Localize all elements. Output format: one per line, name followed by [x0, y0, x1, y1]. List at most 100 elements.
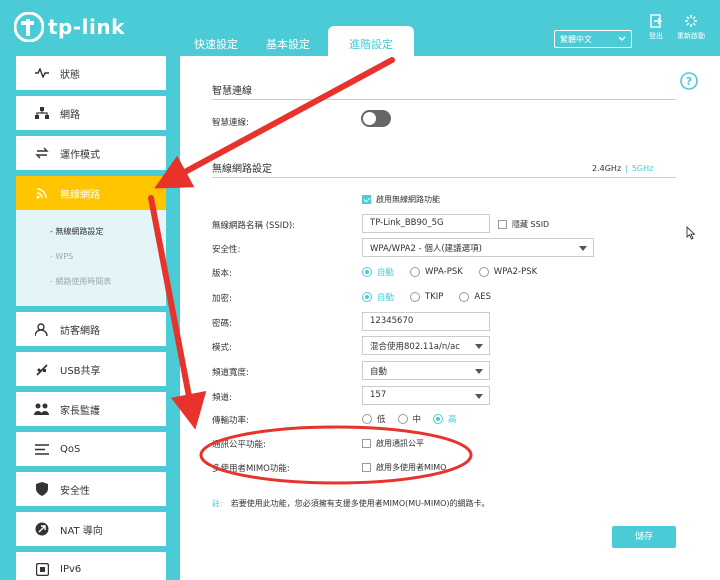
sidebar-item-label: NAT 導向 — [60, 525, 103, 537]
band-selector: 2.4GHz | 5GHz — [592, 164, 653, 173]
band-24ghz[interactable]: 2.4GHz — [592, 164, 621, 173]
sidebar-item-guest[interactable]: 訪客網路 — [16, 312, 166, 346]
mode-select[interactable]: 混合使用802.11a/n/ac — [362, 336, 490, 355]
mode-icon — [34, 146, 50, 160]
sidebar-item-label: 狀態 — [60, 69, 80, 81]
version-radio-group: 自動 WPA-PSK WPA2-PSK — [362, 266, 553, 278]
tx-power-radio-group: 低 中 高 — [362, 413, 473, 425]
ssid-input[interactable]: TP-Link_BB90_5G — [362, 214, 490, 233]
reboot-icon — [685, 15, 697, 27]
network-icon — [34, 106, 50, 120]
sidebar-item-label: 訪客網路 — [60, 325, 100, 337]
channel-width-label: 頻道寬度: — [212, 368, 249, 378]
radio-label: 低 — [377, 415, 386, 425]
sidebar-item-network[interactable]: 網路 — [16, 96, 166, 130]
radio-label: 自動 — [377, 293, 395, 303]
version-wpa-psk-radio[interactable]: WPA-PSK — [410, 267, 463, 277]
mu-mimo-check-label: 啟用多使用者MIMO — [376, 463, 447, 472]
sidebar-item-nat[interactable]: NAT 導向 — [16, 512, 166, 546]
tab-basic[interactable]: 基本設定 — [252, 26, 324, 56]
smart-connect-title: 智慧連線 — [212, 86, 252, 97]
radio-label: 中 — [412, 415, 422, 425]
submenu-schedule[interactable]: - 網路使用時間表 — [16, 270, 166, 296]
submenu-wps[interactable]: - WPS — [16, 246, 166, 270]
tp-link-logo[interactable]: tp-link — [14, 12, 125, 42]
sidebar-item-status[interactable]: 狀態 — [16, 56, 166, 90]
help-icon[interactable]: ? — [680, 72, 698, 90]
radio-label: TKIP — [425, 292, 444, 302]
sidebar-item-label: QoS — [60, 443, 81, 455]
pulse-icon — [34, 66, 50, 80]
airtime-fairness-checkbox[interactable]: 啟用通訊公平 — [362, 438, 424, 449]
language-select[interactable]: 繁體中文 — [554, 30, 632, 48]
security-label: 安全性: — [212, 245, 241, 255]
hide-ssid-checkbox[interactable]: 隱藏 SSID — [498, 219, 549, 230]
main-panel: ? 智慧連線 智慧連線: 無線網路設定 2.4GHz | 5GHz 啟用無線網路功能… — [180, 56, 720, 580]
sidebar-item-security[interactable]: 安全性 — [16, 472, 166, 506]
divider — [212, 99, 676, 100]
password-input[interactable]: 12345670 — [362, 312, 490, 331]
mouse-cursor-icon — [686, 226, 696, 240]
encryption-aes-radio[interactable]: AES — [459, 292, 491, 302]
radio-label: AES — [474, 292, 492, 302]
tab-quick-setup[interactable]: 快速設定 — [180, 26, 252, 56]
mu-mimo-checkbox[interactable]: 啟用多使用者MIMO — [362, 462, 446, 473]
encryption-auto-radio[interactable]: 自動 — [362, 291, 394, 303]
smart-connect-toggle[interactable] — [361, 110, 391, 127]
power-mid-radio[interactable]: 中 — [397, 413, 422, 425]
sidebar-item-usb[interactable]: USB共享 — [16, 352, 166, 386]
sidebar-item-label: 家長監護 — [60, 405, 100, 417]
channel-select[interactable]: 157 — [362, 386, 490, 405]
svg-text:?: ? — [686, 75, 692, 88]
wireless-submenu: - 無線網路設定 - WPS - 網路使用時間表 — [16, 210, 166, 306]
save-button[interactable]: 儲存 — [612, 526, 676, 548]
sidebar-item-wireless[interactable]: 無線網路 — [16, 176, 166, 210]
logout-button[interactable]: 登出 — [641, 14, 671, 41]
mode-label: 模式: — [212, 343, 232, 353]
security-select[interactable]: WPA/WPA2 - 個人(建議選項) — [362, 238, 594, 257]
chevron-down-icon — [618, 36, 626, 41]
sidebar-item-parental[interactable]: 家長監護 — [16, 392, 166, 426]
band-5ghz[interactable]: 5GHz — [632, 164, 654, 173]
usb-icon — [34, 362, 50, 376]
language-value: 繁體中文 — [560, 34, 592, 44]
reboot-label: 重新啟動 — [677, 32, 705, 40]
note-prefix: 註: — [212, 499, 223, 508]
enable-wireless-checkbox[interactable]: 啟用無線網路功能 — [362, 194, 440, 205]
radio-dot — [362, 414, 372, 424]
encryption-radio-group: 自動 TKIP AES — [362, 291, 507, 303]
ipv6-icon — [34, 562, 50, 576]
checkbox-unchecked — [362, 463, 371, 472]
wifi-icon — [34, 186, 50, 200]
channel-width-select[interactable]: 自動 — [362, 361, 490, 380]
checkbox-checked — [362, 195, 371, 204]
sidebar-item-qos[interactable]: QoS — [16, 432, 166, 466]
ssid-label: 無線網路名稱 (SSID): — [212, 221, 296, 231]
radio-label: 高 — [448, 415, 457, 425]
parental-icon — [34, 402, 50, 416]
shield-icon — [34, 482, 50, 496]
power-low-radio[interactable]: 低 — [362, 413, 386, 425]
radio-dot — [362, 292, 372, 302]
top-tabs: 快速設定 基本設定 進階設定 — [180, 26, 414, 56]
sidebar-item-ipv6[interactable]: IPv6 — [16, 552, 166, 580]
logout-label: 登出 — [649, 32, 663, 40]
version-auto-radio[interactable]: 自動 — [362, 266, 394, 278]
sidebar-item-operation-mode[interactable]: 運作模式 — [16, 136, 166, 170]
guest-icon — [34, 322, 50, 336]
submenu-wireless-settings[interactable]: - 無線網路設定 — [16, 220, 166, 246]
reboot-button[interactable]: 重新啟動 — [676, 14, 706, 41]
encryption-tkip-radio[interactable]: TKIP — [410, 292, 443, 302]
radio-dot — [459, 292, 470, 302]
nat-icon — [34, 522, 50, 536]
radio-label: 自動 — [377, 268, 395, 278]
tab-advanced[interactable]: 進階設定 — [328, 26, 414, 56]
checkbox-unchecked — [362, 439, 371, 448]
radio-label: WPA2-PSK — [493, 267, 538, 277]
smart-connect-label: 智慧連線: — [212, 118, 249, 128]
radio-dot — [397, 414, 408, 424]
version-wpa2-psk-radio[interactable]: WPA2-PSK — [478, 267, 538, 277]
power-high-radio[interactable]: 高 — [433, 413, 457, 425]
sidebar-item-label: IPv6 — [60, 563, 82, 575]
channel-label: 頻道: — [212, 393, 232, 403]
